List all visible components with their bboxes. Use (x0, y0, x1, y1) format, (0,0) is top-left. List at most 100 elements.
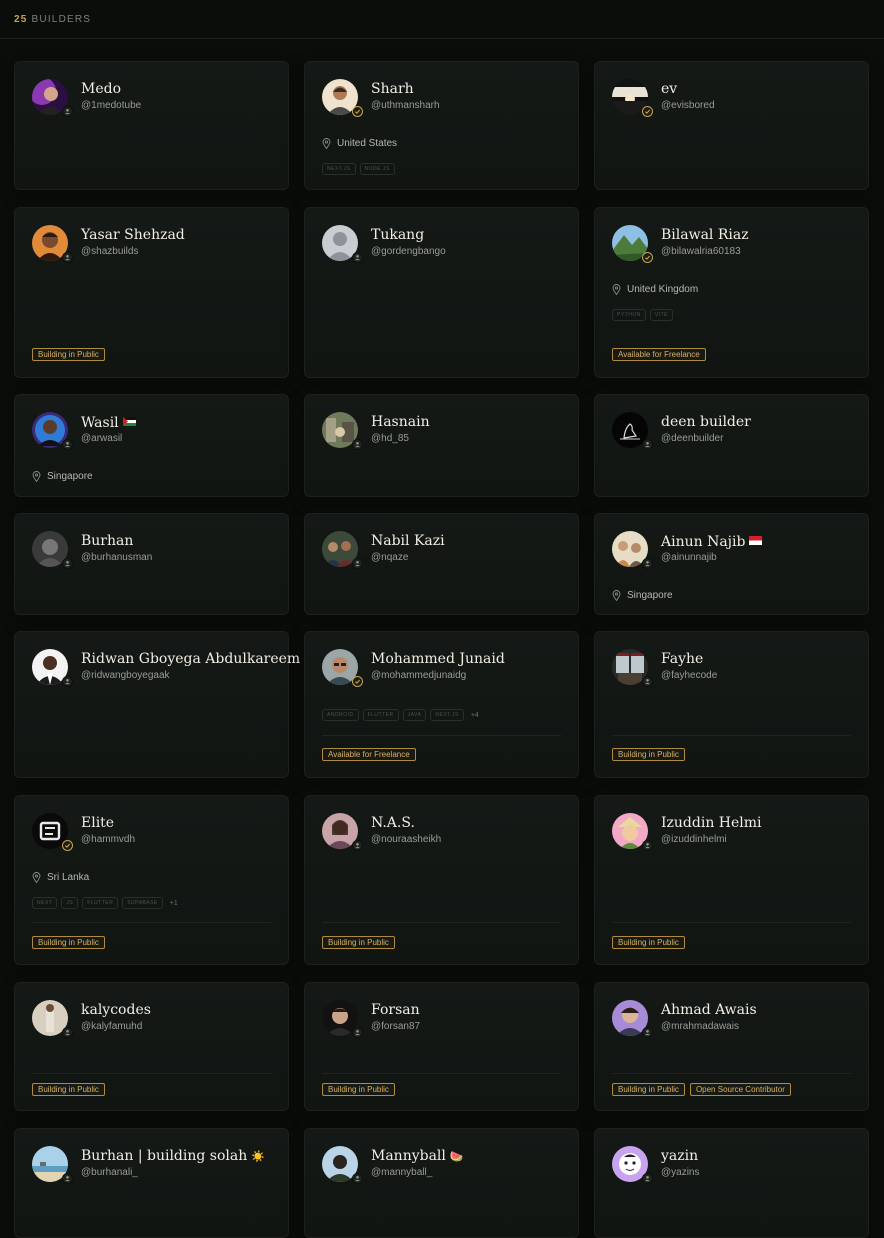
builder-card[interactable]: Burhan @burhanusman (14, 513, 289, 615)
user-icon (352, 252, 363, 263)
builder-card[interactable]: deen builder @deenbuilder (594, 394, 869, 497)
builder-card[interactable]: Burhan | building solah ☀️ @burhanali_ (14, 1128, 289, 1238)
builder-name-text: Yasar Shehzad (81, 227, 185, 243)
builder-count: 25 BUILDERS (14, 14, 91, 25)
status-badge: Building in Public (32, 1083, 105, 1096)
builder-name[interactable]: Yasar Shehzad (81, 227, 185, 243)
location-text: Singapore (627, 590, 673, 601)
tech-tag: PYTHON (612, 309, 646, 321)
builder-name[interactable]: Tukang (371, 227, 424, 243)
builder-name[interactable]: Hasnain (371, 414, 430, 430)
status-badge: Building in Public (612, 936, 685, 949)
builder-name[interactable]: Izuddin Helmi (661, 815, 762, 831)
builder-name[interactable]: Ridwan Gboyega Abdulkareem (81, 651, 300, 667)
builder-card[interactable]: Mohammed Junaid @mohammedjunaidg ANDROID FL… (304, 631, 579, 778)
builder-name[interactable]: Ainun Najib (661, 533, 763, 550)
user-icon (642, 1173, 653, 1184)
builder-card[interactable]: Hasnain @hd_85 (304, 394, 579, 497)
builder-card[interactable]: Bilawal Riaz @bilawalria60183 United Kingd… (594, 207, 869, 378)
builder-name[interactable]: Bilawal Riaz (661, 227, 749, 243)
builder-name[interactable]: deen builder (661, 414, 751, 430)
builder-card[interactable]: Wasil @arwasil Singapore (14, 394, 289, 497)
builder-name[interactable]: Mohammed Junaid (371, 651, 505, 667)
builder-name-text: Wasil (81, 415, 119, 431)
builder-card[interactable]: Elite @hammvdh Sri Lanka NEXT JS FLUTTER SUPAB… (14, 795, 289, 965)
builder-card[interactable]: kalycodes @kalyfamuhd Building in Public (14, 982, 289, 1111)
name-emoji: ☀️ (251, 1150, 265, 1163)
builder-name[interactable]: yazin (661, 1148, 698, 1164)
user-icon (352, 1027, 363, 1038)
builder-card[interactable]: Tukang @gordengbango (304, 207, 579, 378)
builder-handle: @yazins (661, 1167, 700, 1178)
builder-name-text: kalycodes (81, 1002, 151, 1018)
builder-card[interactable]: yazin @yazins (594, 1128, 869, 1238)
tech-stack: ANDROID FLUTTER JAVA NEXT.JS +4 (322, 709, 479, 721)
user-icon (62, 558, 73, 569)
user-icon (642, 840, 653, 851)
location-pin-icon (322, 138, 337, 149)
builder-name[interactable]: Burhan | building solah ☀️ (81, 1148, 265, 1164)
builder-location: Singapore (612, 590, 673, 601)
builder-name[interactable]: Sharh (371, 81, 414, 97)
builder-handle: @mohammedjunaidg (371, 670, 467, 681)
builder-card[interactable]: Medo @1medotube (14, 61, 289, 190)
card-divider (612, 922, 851, 923)
builder-name[interactable]: N.A.S. (371, 815, 415, 831)
builder-card[interactable]: ev @evisbored (594, 61, 869, 190)
builder-card[interactable]: Nabil Kazi @nqaze (304, 513, 579, 615)
builder-handle: @1medotube (81, 100, 142, 111)
tech-tag: JAVA (402, 709, 427, 721)
builder-name[interactable]: Wasil (81, 414, 136, 431)
status-badges: Building in Public Open Source Contributo… (612, 1083, 796, 1096)
builder-card[interactable]: N.A.S. @nouraasheikh Building in Public (304, 795, 579, 965)
tech-more-count: +4 (470, 711, 479, 719)
card-divider (322, 922, 561, 923)
builder-name-text: ev (661, 81, 678, 97)
builder-handle: @gordengbango (371, 246, 446, 257)
status-badges: Building in Public (612, 748, 690, 761)
builder-handle: @shazbuilds (81, 246, 139, 257)
builder-handle: @kalyfamuhd (81, 1021, 143, 1032)
count-number: 25 (14, 14, 28, 25)
name-emoji: 🍉 (449, 1150, 464, 1163)
builder-handle: @burhanali_ (81, 1167, 138, 1178)
builder-name[interactable]: Fayhe (661, 651, 703, 667)
builder-name-text: Ainun Najib (661, 534, 746, 550)
builder-card[interactable]: Ainun Najib @ainunnajib Singapore (594, 513, 869, 615)
builder-card[interactable]: Forsan @forsan87 Building in Public (304, 982, 579, 1111)
user-icon (352, 558, 363, 569)
status-badge: Open Source Contributor (689, 1083, 791, 1096)
status-badge: Available for Freelance (612, 348, 706, 361)
builder-name[interactable]: Nabil Kazi (371, 533, 445, 549)
tech-tag: VITE (649, 309, 673, 321)
status-badge: Building in Public (612, 748, 685, 761)
location-pin-icon (612, 590, 627, 601)
count-label: BUILDERS (31, 14, 92, 25)
builder-name[interactable]: Mannyball 🍉 (371, 1148, 464, 1164)
builder-card[interactable]: Yasar Shehzad @shazbuilds Building in Publ… (14, 207, 289, 378)
builder-name[interactable]: Forsan (371, 1002, 420, 1018)
indonesia-flag-icon (749, 533, 763, 545)
builder-name[interactable]: Elite (81, 815, 114, 831)
builder-card[interactable]: Mannyball 🍉 @mannyball_ (304, 1128, 579, 1238)
builder-name[interactable]: Medo (81, 81, 121, 97)
status-badges: Building in Public (32, 348, 110, 361)
status-badge: Available for Freelance (322, 748, 416, 761)
builder-handle: @forsan87 (371, 1021, 421, 1032)
status-badge: Building in Public (32, 936, 105, 949)
builder-card[interactable]: Sharh @uthmansharh United States NEXT.JS NOD… (304, 61, 579, 190)
builder-card[interactable]: Ahmad Awais @mrahmadawais Building in Publ… (594, 982, 869, 1111)
builder-name[interactable]: Burhan (81, 533, 133, 549)
builder-card[interactable]: Izuddin Helmi @izuddinhelmi Building in Pu… (594, 795, 869, 965)
builder-card[interactable]: Fayhe @fayhecode Building in Public (594, 631, 869, 778)
user-icon (642, 1027, 653, 1038)
builder-name[interactable]: kalycodes (81, 1002, 151, 1018)
builder-card[interactable]: Ridwan Gboyega Abdulkareem @ridwangboyega… (14, 631, 300, 778)
location-text: United Kingdom (627, 284, 699, 295)
builder-handle: @nouraasheikh (371, 834, 442, 845)
user-icon (62, 439, 73, 450)
builder-handle: @nqaze (371, 552, 409, 563)
builder-handle: @evisbored (661, 100, 715, 111)
builder-name[interactable]: ev (661, 81, 677, 97)
builder-name[interactable]: Ahmad Awais (661, 1002, 757, 1018)
